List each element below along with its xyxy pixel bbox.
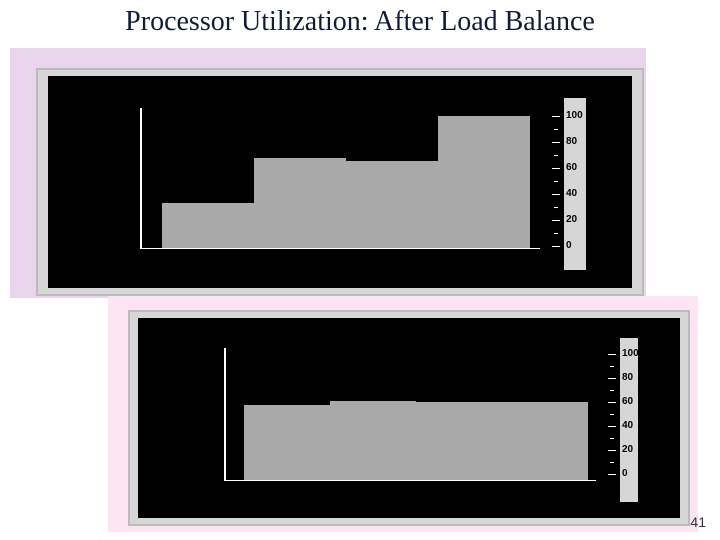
ytick-r-100-top: 100 xyxy=(566,110,583,121)
ytick-r-80-bot: 80 xyxy=(622,372,633,383)
ytick-r-20-top: 20 xyxy=(566,214,577,225)
xtick-bot-0: 0 xyxy=(282,484,288,495)
x-label-top: Processor xyxy=(48,271,632,282)
bar-bot-3 xyxy=(502,402,589,480)
bar-bot-1 xyxy=(330,401,417,480)
chart-title-bot: Intervals 0-4160 xyxy=(138,320,680,334)
bar-bot-2 xyxy=(416,402,503,480)
xtick-top-3: 3 xyxy=(480,252,486,263)
ytick-left-0-bot: 0 xyxy=(206,473,212,484)
xtick-bot-2: 2 xyxy=(454,484,460,495)
bar-bot-0 xyxy=(244,405,331,480)
chart-panel-top: Intervals 0-4850 Msgs % Processor 0 xyxy=(36,68,644,296)
ytick-r-40-top: 40 xyxy=(566,188,577,199)
xtick-bot-3: 3 xyxy=(540,484,546,495)
chart-title-top: Intervals 0-4850 xyxy=(48,78,632,92)
bar-top-2 xyxy=(346,161,439,248)
y-right-label-bot: % xyxy=(658,400,669,414)
chart-panel-bottom: Intervals 0-4160 Msgs % Processor 0 0 1 xyxy=(128,310,690,526)
bar-top-3 xyxy=(438,116,531,248)
y-left-label-bot: Msgs xyxy=(138,404,192,416)
y-left-label-top: Msgs xyxy=(48,168,106,180)
slide-number: 41 xyxy=(690,514,706,530)
xtick-top-2: 2 xyxy=(388,252,394,263)
ytick-r-60-bot: 60 xyxy=(622,396,633,407)
xtick-bot-1: 1 xyxy=(368,484,374,495)
page-title: Processor Utilization: After Load Balanc… xyxy=(0,6,720,38)
bar-top-1 xyxy=(254,158,347,248)
right-scale-top: 100 80 60 40 20 0 xyxy=(552,98,564,270)
ytick-left-0-top: 0 xyxy=(120,241,126,252)
ytick-r-20-bot: 20 xyxy=(622,444,633,455)
ytick-r-100-bot: 100 xyxy=(622,348,639,359)
xtick-top-1: 1 xyxy=(296,252,302,263)
plot-area-bot: 0 0 1 2 3 xyxy=(196,338,608,502)
y-right-label-top: % xyxy=(608,162,619,176)
ytick-r-40-bot: 40 xyxy=(622,420,633,431)
right-scale-bot: 100 80 60 40 20 0 xyxy=(608,338,620,502)
bar-top-0 xyxy=(162,203,255,248)
ytick-r-80-top: 80 xyxy=(566,136,577,147)
xtick-top-0: 0 xyxy=(204,252,210,263)
ytick-r-60-top: 60 xyxy=(566,162,577,173)
ytick-r-0-bot: 0 xyxy=(622,468,628,479)
plot-area-top: 0 0 1 2 3 xyxy=(110,98,552,270)
ytick-r-0-top: 0 xyxy=(566,240,572,251)
x-label-bot: Processor xyxy=(138,503,680,514)
